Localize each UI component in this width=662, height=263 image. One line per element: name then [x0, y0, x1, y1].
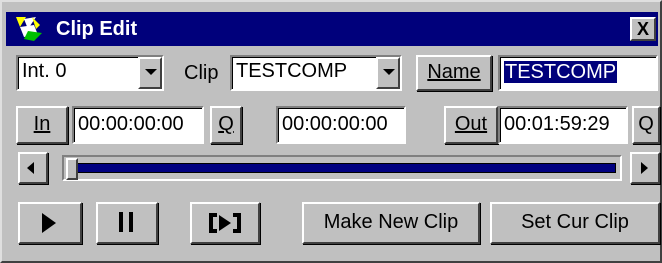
make-new-clip-label: Make New Clip: [323, 211, 459, 233]
name-field[interactable]: TESTCOMP: [498, 55, 658, 91]
pause-button[interactable]: [96, 202, 158, 244]
clip-select-value: TESTCOMP: [236, 60, 348, 82]
out-button[interactable]: Out: [444, 106, 498, 144]
duration-time-value: 00:00:00:00: [282, 113, 388, 135]
play-in-out-icon: [209, 213, 241, 233]
q-in-button[interactable]: Q: [210, 106, 242, 144]
in-button-label: In: [33, 113, 51, 135]
scroll-right-button[interactable]: [630, 152, 660, 184]
scrub-thumb[interactable]: [66, 158, 78, 180]
arrow-right-icon: [641, 162, 648, 174]
channel-dropdown-button[interactable]: [138, 57, 162, 89]
play-icon: [42, 213, 56, 233]
q-in-button-label: Q: [218, 113, 234, 135]
play-button[interactable]: [18, 202, 82, 244]
play-selection-button[interactable]: [190, 202, 260, 244]
in-time-value: 00:00:00:00: [78, 113, 184, 135]
clapper-icon: [16, 17, 42, 41]
set-cur-clip-button[interactable]: Set Cur Clip: [490, 202, 660, 244]
name-button-label: Name: [427, 61, 481, 83]
scrub-track-fill: [68, 163, 616, 173]
window-title: Clip Edit: [56, 18, 138, 40]
scrub-track[interactable]: [62, 155, 622, 181]
out-time-value: 00:01:59:29: [504, 113, 610, 135]
q-out-button-label: Q: [638, 113, 654, 135]
clip-select[interactable]: TESTCOMP: [230, 55, 402, 91]
arrow-left-icon: [27, 162, 34, 174]
clip-edit-window: Clip Edit X Int. 0 Clip TESTCOMP Name TE…: [0, 0, 662, 263]
out-button-label: Out: [454, 113, 488, 135]
title-bar[interactable]: Clip Edit X: [6, 12, 658, 46]
in-time-field[interactable]: 00:00:00:00: [72, 106, 204, 144]
name-field-value: TESTCOMP: [504, 61, 618, 83]
in-button[interactable]: In: [16, 106, 68, 144]
close-icon: X: [636, 19, 649, 39]
close-button[interactable]: X: [630, 17, 656, 41]
duration-time-field[interactable]: 00:00:00:00: [276, 106, 406, 144]
set-cur-clip-label: Set Cur Clip: [521, 211, 629, 233]
channel-select[interactable]: Int. 0: [16, 55, 164, 91]
channel-select-value: Int. 0: [22, 60, 67, 82]
make-new-clip-button[interactable]: Make New Clip: [302, 202, 480, 244]
name-button[interactable]: Name: [416, 55, 492, 91]
clip-label: Clip: [184, 62, 219, 84]
scroll-left-button[interactable]: [18, 152, 48, 184]
q-out-button[interactable]: Q: [632, 106, 660, 144]
clip-dropdown-button[interactable]: [376, 57, 400, 89]
out-time-field[interactable]: 00:01:59:29: [498, 106, 628, 144]
